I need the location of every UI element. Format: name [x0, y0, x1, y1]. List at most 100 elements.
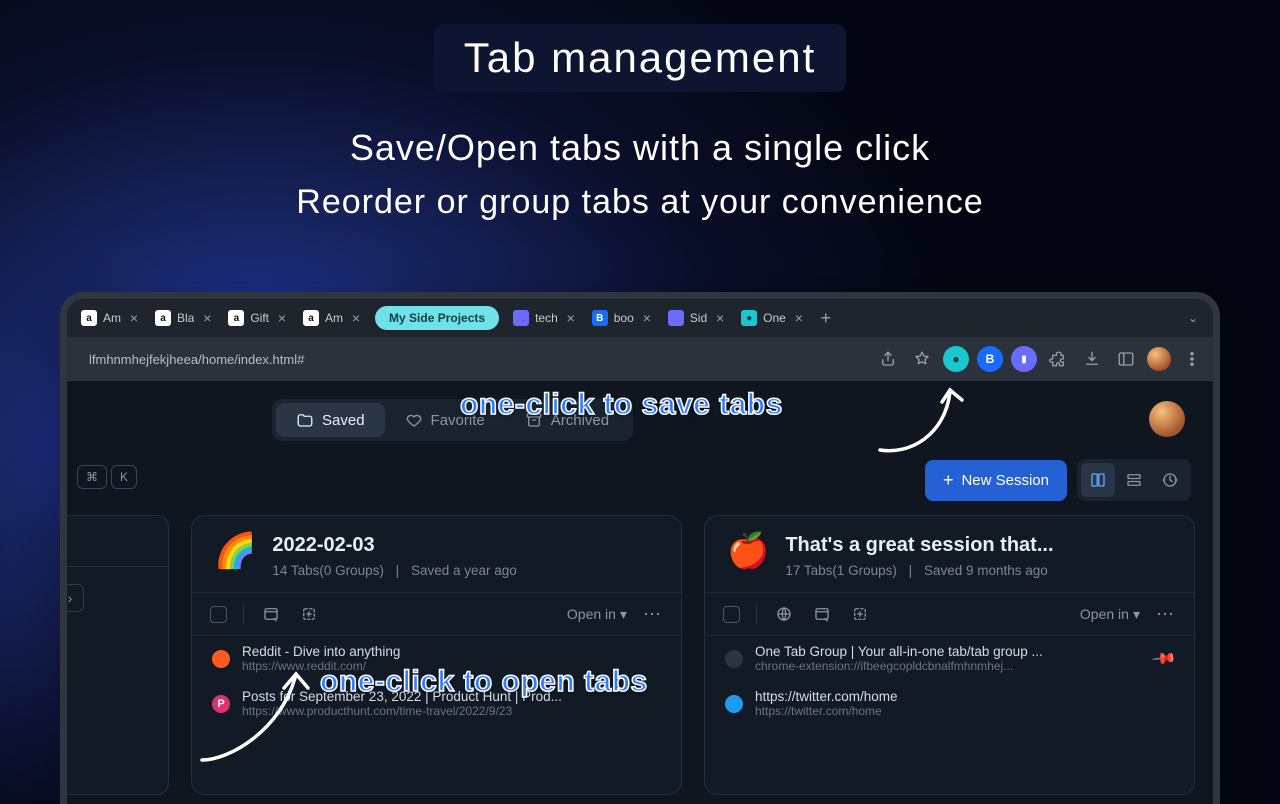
browser-toolbar: lfmhnmhejfekjheea/home/index.html# ● B ▮	[67, 337, 1213, 381]
ext-b-icon[interactable]: B	[977, 346, 1003, 372]
select-all-checkbox[interactable]	[723, 606, 740, 623]
tab-title: Gift	[250, 311, 269, 325]
tab-row-url: chrome-extension://ifbeegcopldcbnalfmhnm…	[755, 659, 1142, 673]
session-title[interactable]: That's a great session that...	[785, 534, 1053, 557]
filter-saved[interactable]: Saved	[276, 403, 385, 437]
new-session-label: New Session	[961, 472, 1049, 489]
amazon-icon: a	[228, 310, 244, 326]
browser-tab[interactable]: a Bla ×	[147, 303, 220, 333]
session-title[interactable]: 2022-02-03	[272, 534, 516, 557]
amazon-icon: a	[303, 310, 319, 326]
session-emoji: 🍎	[727, 534, 769, 568]
plus-icon: +	[943, 470, 954, 491]
session-tab-count: 17 Tabs(1 Groups)	[785, 563, 897, 578]
session-card: 🍎 That's a great session that... 17 Tabs…	[704, 515, 1195, 795]
extension-icon	[725, 650, 743, 668]
close-icon[interactable]: ×	[127, 311, 141, 325]
session-card-partial: en in▾ ‹ › se f...	[60, 515, 169, 795]
close-icon[interactable]: ×	[792, 311, 806, 325]
amazon-icon: a	[81, 310, 97, 326]
tab-title: Am	[325, 311, 343, 325]
tab-title: One	[763, 311, 786, 325]
folder-icon	[296, 411, 314, 429]
chevron-down-icon: ▾	[60, 536, 65, 552]
tab-title: Bla	[177, 311, 194, 325]
tab-title: tech	[535, 311, 558, 325]
globe-icon[interactable]	[773, 603, 795, 625]
browser-tab[interactable]: ● One ×	[733, 303, 812, 333]
tab-row[interactable]: https://twitter.com/home https://twitter…	[705, 681, 1194, 726]
ext-onetab-icon[interactable]: ●	[943, 346, 969, 372]
view-toggle	[1077, 459, 1191, 501]
kebab-menu-icon[interactable]	[1179, 346, 1205, 372]
tab-title: boo	[614, 311, 634, 325]
tab-row-url: https://twitter.com/home	[755, 704, 1174, 718]
open-in-dropdown[interactable]: Open in ▾	[567, 606, 627, 623]
ext-purple-icon[interactable]: ▮	[1011, 346, 1037, 372]
tab-title: Sid	[690, 311, 707, 325]
view-rows-button[interactable]	[1117, 463, 1151, 497]
session-saved-ago: Saved 9 months ago	[924, 563, 1048, 578]
close-icon[interactable]: ×	[713, 311, 727, 325]
site-icon: B	[592, 310, 608, 326]
extensions-icon[interactable]	[1045, 346, 1071, 372]
chevron-down-icon: ▾	[620, 606, 627, 623]
new-tab-button[interactable]: +	[812, 308, 840, 329]
profile-avatar[interactable]	[1147, 347, 1171, 371]
view-columns-button[interactable]	[1081, 463, 1115, 497]
browser-tab[interactable]: B boo ×	[584, 303, 660, 333]
heart-icon	[405, 411, 423, 429]
open-in-dropdown[interactable]: en in▾	[60, 536, 65, 553]
close-icon[interactable]: ×	[200, 311, 214, 325]
browser-tab[interactable]: tech ×	[505, 303, 584, 333]
open-in-dropdown[interactable]: Open in ▾	[1080, 606, 1140, 623]
sidepanel-icon[interactable]	[1113, 346, 1139, 372]
open-window-icon[interactable]	[260, 603, 282, 625]
page-title: Tab management	[434, 24, 847, 92]
open-window-icon[interactable]	[811, 603, 833, 625]
amazon-icon: a	[155, 310, 171, 326]
more-menu-icon[interactable]: ⋯	[643, 604, 663, 625]
callout-save: one-click to save tabs	[460, 388, 783, 422]
close-icon[interactable]: ×	[275, 311, 289, 325]
group-icon[interactable]	[849, 603, 871, 625]
onetab-icon: ●	[741, 310, 757, 326]
more-menu-icon[interactable]: ⋯	[1156, 604, 1176, 625]
hero-line-2: Reorder or group tabs at your convenienc…	[0, 176, 1280, 229]
address-bar[interactable]: lfmhnmhejfekjheea/home/index.html#	[75, 344, 867, 374]
tab-title: Am	[103, 311, 121, 325]
downloads-icon[interactable]	[1079, 346, 1105, 372]
close-icon[interactable]: ×	[640, 311, 654, 325]
arrow-save	[870, 380, 980, 470]
site-icon	[668, 310, 684, 326]
view-timeline-button[interactable]	[1153, 463, 1187, 497]
pin-icon[interactable]: 📌	[1150, 644, 1178, 672]
tab-group-pill[interactable]: My Side Projects	[375, 306, 499, 330]
chevron-down-icon: ▾	[1133, 606, 1140, 623]
select-all-checkbox[interactable]	[210, 606, 227, 623]
next-button[interactable]: ›	[60, 584, 84, 612]
browser-tab[interactable]: a Am ×	[73, 303, 147, 333]
user-avatar[interactable]	[1149, 401, 1185, 437]
browser-tab[interactable]: a Am ×	[295, 303, 369, 333]
share-icon[interactable]	[875, 346, 901, 372]
close-icon[interactable]: ×	[349, 311, 363, 325]
key-k: K	[111, 465, 137, 489]
bookmark-star-icon[interactable]	[909, 346, 935, 372]
browser-tab[interactable]: Sid ×	[660, 303, 733, 333]
group-icon[interactable]	[298, 603, 320, 625]
command-k-hint[interactable]: ⌘ K	[77, 465, 137, 489]
filter-label: Saved	[322, 412, 365, 429]
tab-overflow-button[interactable]: ⌄	[1179, 311, 1207, 325]
tab-row-title: One Tab Group | Your all-in-one tab/tab …	[755, 644, 1142, 659]
open-in-label: Open in	[1080, 606, 1129, 622]
close-icon[interactable]: ×	[564, 311, 578, 325]
tab-strip: a Am × a Bla × a Gift × a Am × My Side P…	[67, 299, 1213, 337]
open-in-label: Open in	[567, 606, 616, 622]
key-cmd: ⌘	[77, 465, 107, 489]
session-saved-ago: Saved a year ago	[411, 563, 517, 578]
callout-open: one-click to open tabs	[320, 665, 648, 699]
browser-tab[interactable]: a Gift ×	[220, 303, 295, 333]
twitter-icon	[725, 695, 743, 713]
tab-row[interactable]: One Tab Group | Your all-in-one tab/tab …	[705, 636, 1194, 681]
